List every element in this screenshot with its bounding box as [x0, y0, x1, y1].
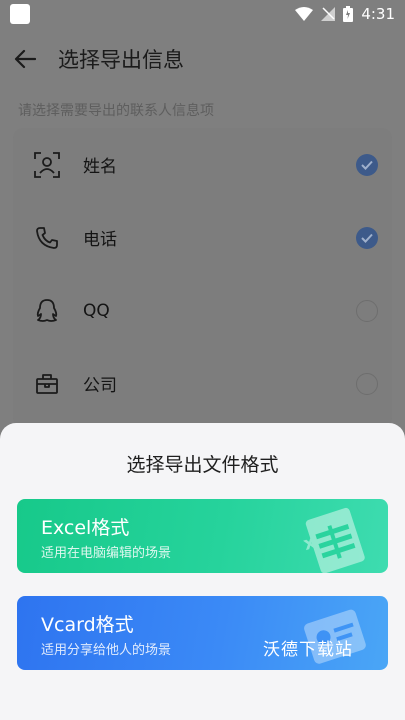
battery-icon	[343, 6, 354, 22]
option-title: Vcard格式	[41, 614, 134, 636]
checkbox-unchecked[interactable]	[356, 372, 378, 395]
briefcase-icon	[33, 370, 61, 398]
list-item-label: 姓名	[83, 157, 117, 177]
list-item-qq[interactable]: QQ	[13, 274, 392, 347]
sheet-title: 选择导出文件格式	[126, 454, 279, 476]
section-hint: 请选择需要导出的联系人信息项	[18, 103, 214, 119]
status-bar: 4:31	[0, 0, 405, 28]
back-arrow-icon[interactable]	[12, 46, 38, 72]
list-item-phone[interactable]: 电话	[13, 201, 392, 274]
excel-format-button[interactable]: Excel格式 适用在电脑编辑的场景 x	[17, 499, 388, 573]
option-description: 适用分享给他人的场景	[41, 643, 172, 658]
phone-icon	[33, 224, 61, 252]
export-format-sheet: 选择导出文件格式 Excel格式 适用在电脑编辑的场景 x Vcard格式 适用…	[0, 423, 405, 720]
wifi-icon	[295, 7, 314, 21]
checkbox-checked[interactable]	[356, 226, 378, 249]
signal-off-icon	[321, 7, 336, 21]
list-item-label: QQ	[83, 300, 110, 321]
app-bar: 选择导出信息	[0, 28, 405, 90]
watermark-text: 沃德下载站	[263, 640, 353, 660]
list-item-name[interactable]: 姓名	[13, 128, 392, 201]
field-list: 姓名 电话 QQ 公司	[13, 128, 392, 428]
option-title: Excel格式	[41, 517, 130, 539]
list-item-company[interactable]: 公司	[13, 347, 392, 420]
person-icon	[33, 151, 61, 179]
status-icons: 4:31	[295, 5, 395, 23]
status-time: 4:31	[361, 5, 395, 23]
page-title: 选择导出信息	[58, 48, 184, 72]
notification-icon	[10, 4, 30, 24]
spreadsheet-icon: x	[294, 505, 374, 573]
list-item-label: 公司	[83, 376, 117, 396]
list-item-label: 电话	[83, 230, 117, 250]
checkbox-unchecked[interactable]	[356, 299, 378, 322]
option-description: 适用在电脑编辑的场景	[41, 546, 172, 561]
checkbox-checked[interactable]	[356, 153, 378, 176]
qq-icon	[33, 297, 61, 325]
